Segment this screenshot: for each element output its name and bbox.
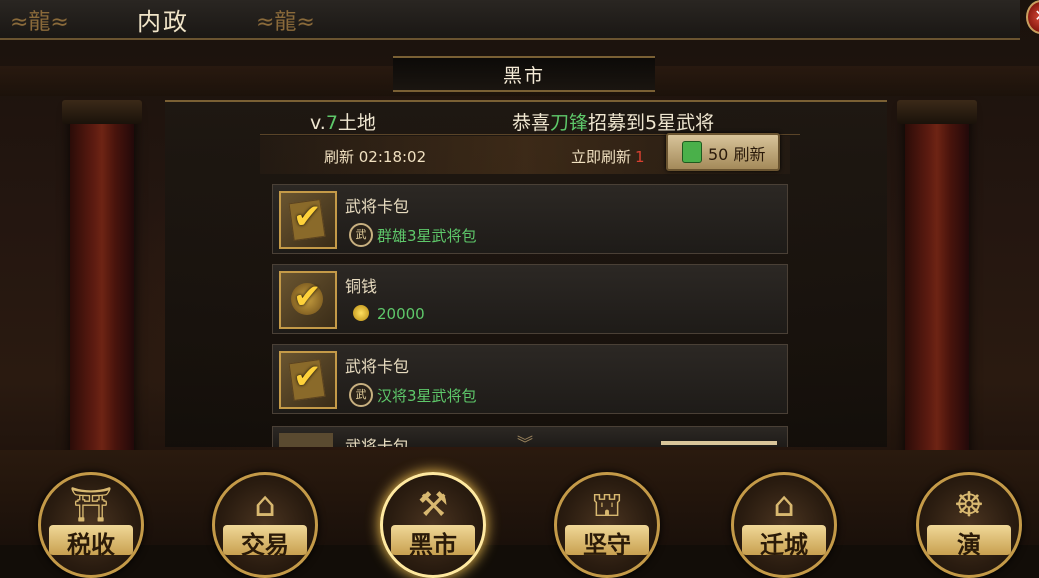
card-icon [279,433,333,447]
item-desc: 汉将3星武将包 [377,387,477,405]
list-item[interactable]: ✔ 铜钱 20000 [272,264,788,334]
checkmark-icon: ✔ [293,277,322,317]
item-desc: 群雄3星武将包 [377,227,477,245]
black-market-icon: ⚒ [417,485,449,525]
tax-icon: ⛩ [69,485,113,525]
buy-button-edge [661,441,777,445]
relocate-icon: ⌂ [773,485,795,525]
checkmark-icon: ✔ [293,197,322,237]
instant-refresh: 立即刷新 1 [571,146,645,167]
scroll-down-icon[interactable]: ︾ [517,430,533,454]
recruit-news: 恭喜刀锋招募到5星武将 [512,108,714,135]
top-bar: ≈龍≈ 内政 ≈龍≈ [0,0,1020,40]
instant-refresh-label: 立即刷新 [571,148,632,166]
nav-label: 演 [957,531,981,559]
market-title-bar: 黑市 [393,56,655,92]
refresh-button[interactable]: 50 刷新 [666,133,780,171]
news-player-name: 刀锋 [550,112,589,134]
market-title: 黑市 [502,65,545,87]
level-suffix: 土地 [337,112,376,134]
defend-icon: ⛫ [591,485,623,525]
refresh-timer: 刷新 02:18:02 [324,148,427,166]
item-name: 武将卡包 [345,437,410,447]
item-name: 武将卡包 [345,357,410,376]
instant-refresh-count: 1 [635,148,645,166]
list-item[interactable]: ✔ 武将卡包 武 群雄3星武将包 [272,184,788,254]
nav-trade[interactable]: ⌂ 交易 [212,472,318,578]
nav-drill[interactable]: ☸ 演 [916,472,1022,578]
level-number: 7 [325,112,338,134]
item-slot: ✔ [279,351,337,409]
news-prefix: 恭喜 [512,112,551,134]
page-title: 内政 [137,8,189,36]
nav-black-market[interactable]: ⚒ 黑市 [380,472,486,578]
dragon-ornament-icon: ≈龍≈ [10,10,69,35]
chariot-icon: ☸ [953,485,985,525]
nav-relocate[interactable]: ⌂ 迁城 [731,472,837,578]
list-item[interactable]: ✔ 武将卡包 武 汉将3星武将包 [272,344,788,414]
trade-icon: ⌂ [254,485,276,525]
item-slot: ✔ [279,191,337,249]
checkmark-icon: ✔ [293,357,322,397]
nav-label: 坚守 [583,531,631,559]
nav-label: 交易 [241,531,289,559]
news-suffix: 招募到5星武将 [588,112,715,134]
general-badge-icon: 武 [349,223,373,247]
nav-label: 黑市 [409,531,457,559]
refresh-button-label: 50 刷新 [708,145,766,164]
nav-label: 税收 [67,531,115,559]
left-pillar [62,100,142,470]
nav-defend[interactable]: ⛫ 坚守 [554,472,660,578]
gold-coin-icon [353,305,369,321]
jade-currency-icon [682,141,702,163]
floor [0,450,1039,545]
item-name: 铜钱 [345,277,378,296]
nav-label: 迁城 [760,531,808,559]
item-amount: 20000 [377,305,425,323]
item-slot: ✔ [279,271,337,329]
right-pillar [897,100,977,470]
item-name: 武将卡包 [345,197,410,216]
nav-tax[interactable]: ⛩ 税收 [38,472,144,578]
dragon-ornament-icon: ≈龍≈ [256,10,315,35]
level-prefix: v. [310,112,326,134]
land-level: v.7土地 [310,108,376,135]
general-badge-icon: 武 [349,383,373,407]
